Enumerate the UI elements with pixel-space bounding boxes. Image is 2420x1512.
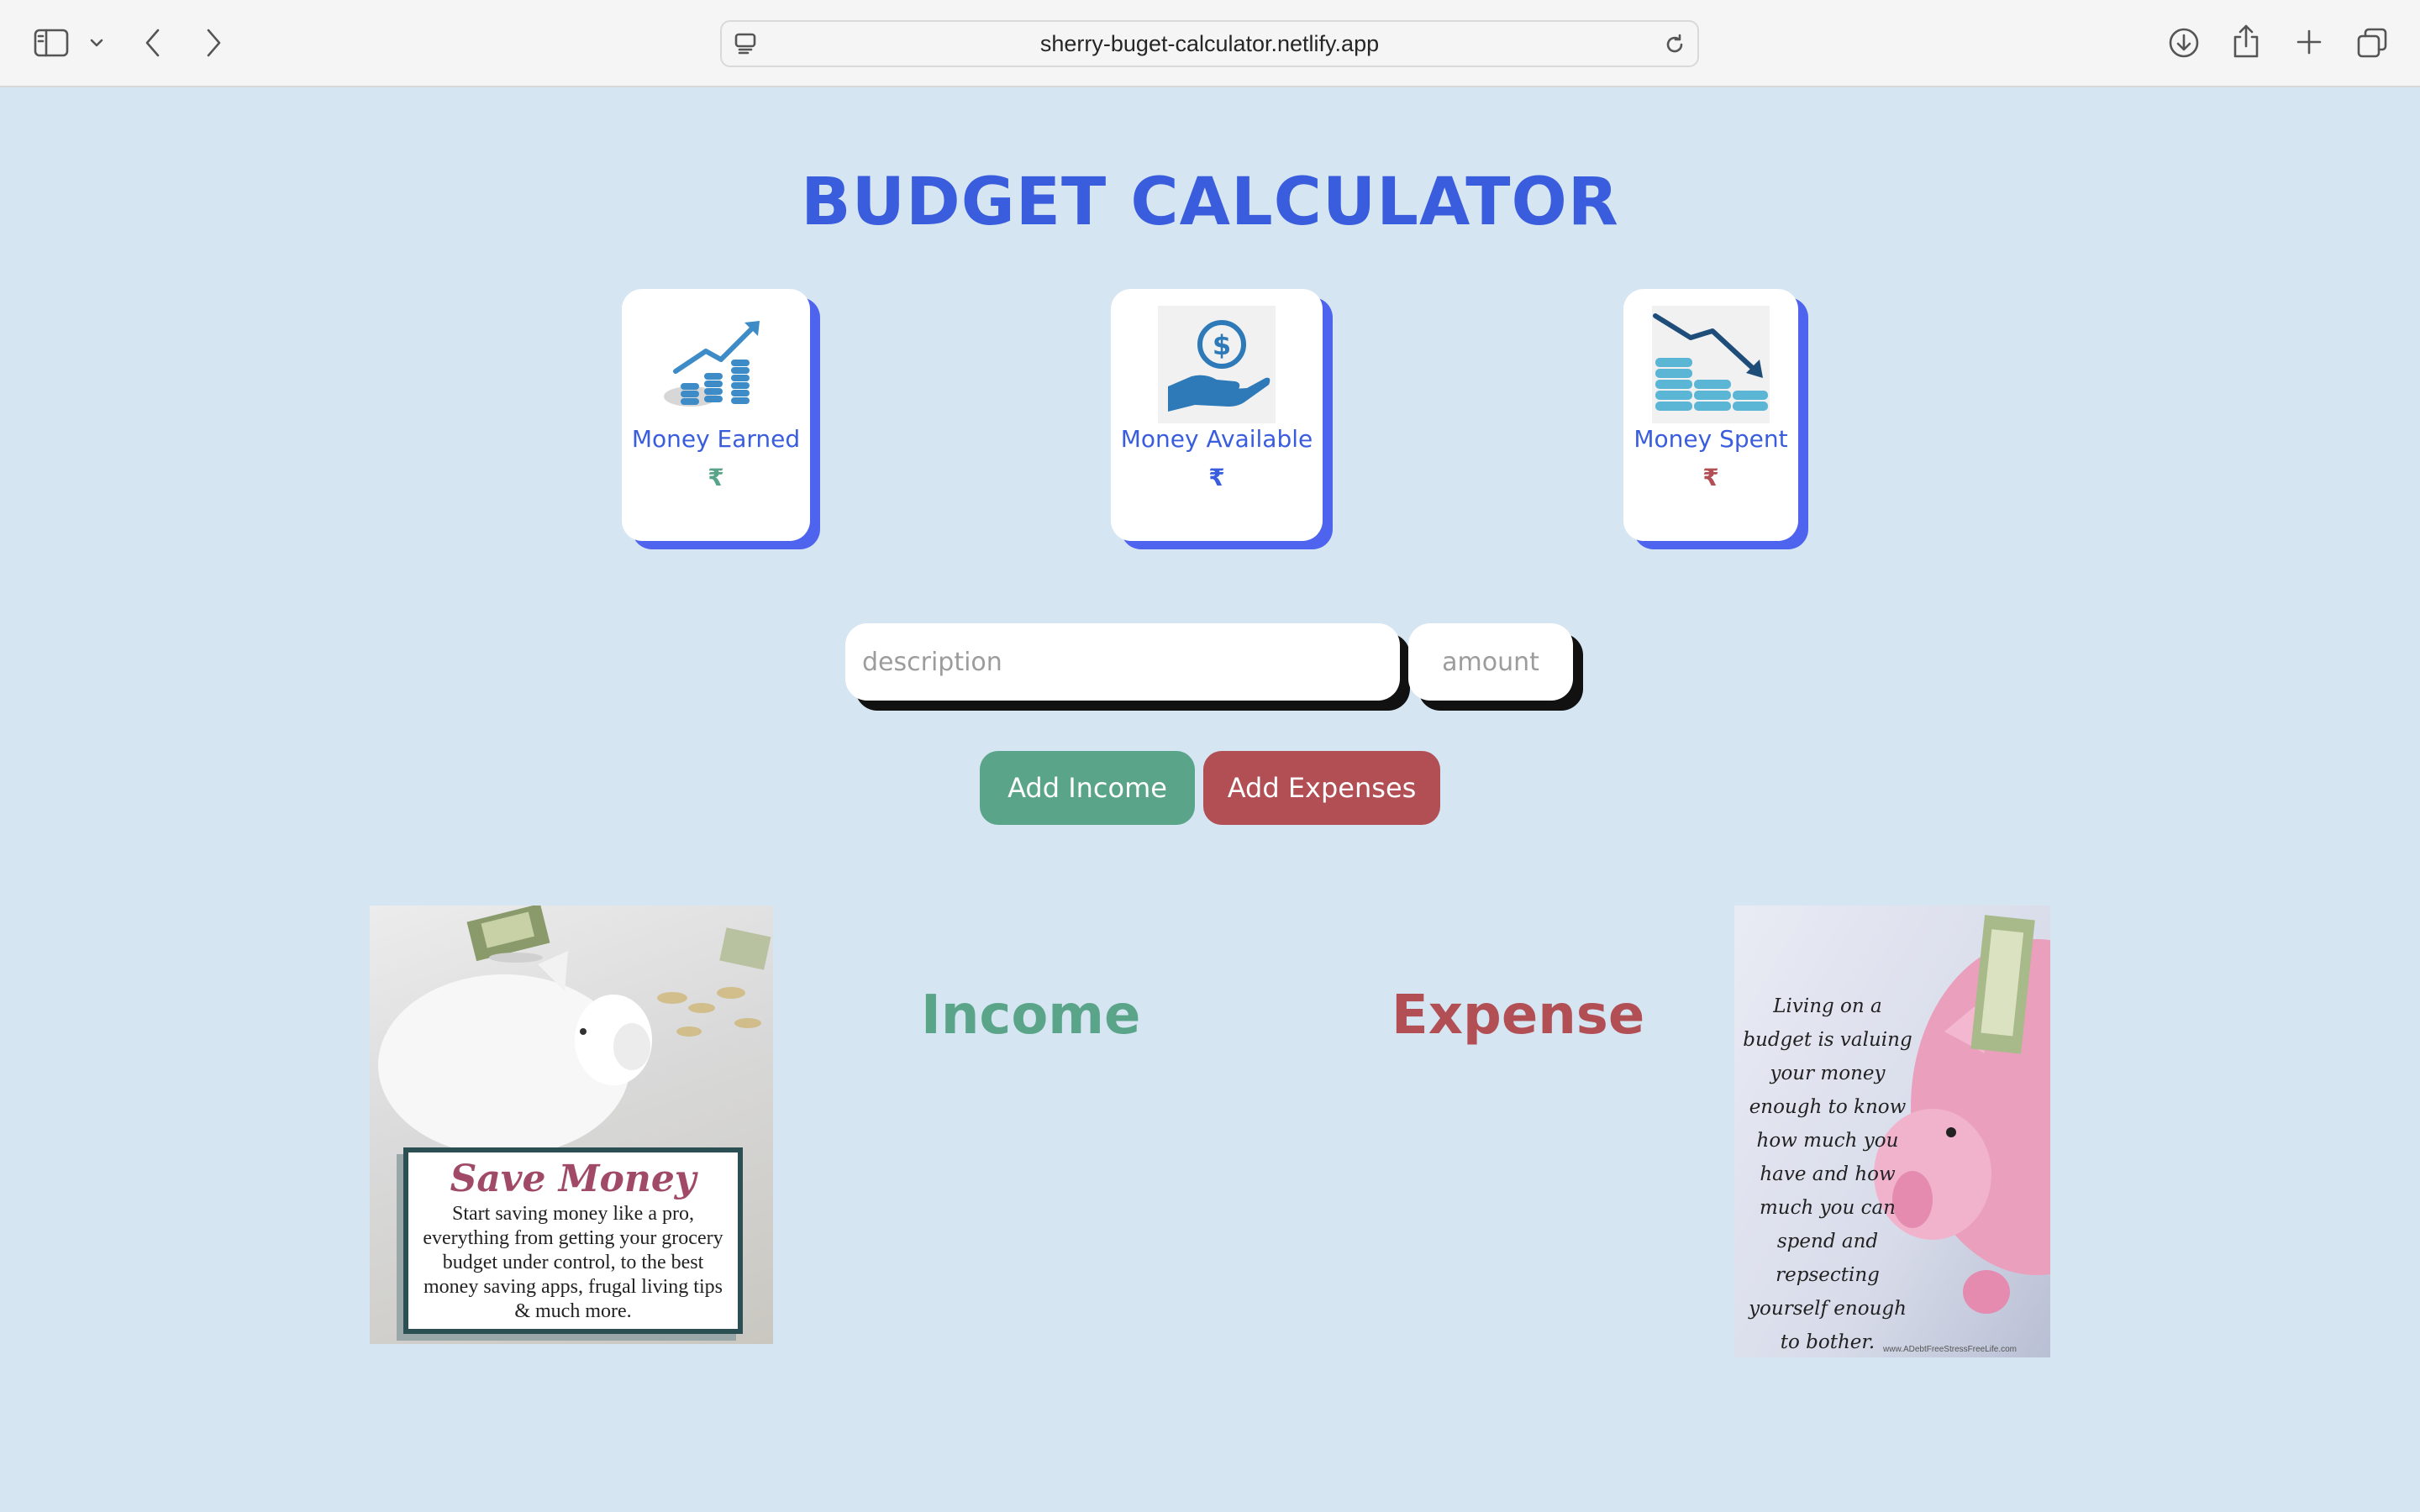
svg-text:$: $ (1213, 329, 1231, 361)
money-earned-label: Money Earned (631, 425, 801, 453)
address-bar[interactable]: sherry-buget-calculator.netlify.app (720, 20, 1699, 67)
money-earned-card: Money Earned ₹ (622, 289, 810, 541)
income-heading: Income (921, 984, 1141, 1047)
add-expenses-button[interactable]: Add Expenses (1203, 751, 1440, 825)
budget-quote-text: Living on a budget is valuing your money… (1743, 995, 1912, 1353)
download-icon[interactable] (2168, 27, 2200, 59)
money-earned-value: ₹ (708, 464, 724, 491)
tab-overview-icon[interactable] (2356, 27, 2388, 59)
amount-input[interactable] (1408, 623, 1573, 701)
hand-dollar-icon: $ (1158, 306, 1276, 423)
piggy-bank-white-illustration (378, 906, 771, 1156)
sidebar-icon[interactable] (34, 29, 69, 57)
url-text[interactable]: sherry-buget-calculator.netlify.app (722, 22, 1697, 66)
save-money-image: Save Money Start saving money like a pro… (370, 906, 773, 1344)
expense-heading: Expense (1392, 984, 1645, 1047)
share-icon[interactable] (2232, 24, 2260, 59)
budget-quote-image: Living on a budget is valuing your money… (1734, 906, 2050, 1357)
money-available-card: $ Money Available ₹ (1111, 289, 1323, 541)
save-money-caption: Save Money Start saving money like a pro… (403, 1147, 743, 1334)
back-icon[interactable] (143, 27, 163, 59)
page-title: BUDGET CALCULATOR (801, 165, 1619, 240)
image-credit: www.ADebtFreeStressFreeLife.com (1883, 1345, 2017, 1354)
forward-icon[interactable] (203, 27, 224, 59)
description-input[interactable] (845, 623, 1400, 701)
browser-toolbar: sherry-buget-calculator.netlify.app (0, 0, 2420, 87)
coins-growth-icon (657, 306, 775, 423)
add-income-button[interactable]: Add Income (980, 751, 1195, 825)
money-spent-card: Money Spent ₹ (1623, 289, 1798, 541)
save-money-heading: Save Money (450, 1158, 697, 1200)
save-money-text: Start saving money like a pro, everythin… (423, 1203, 723, 1322)
money-available-label: Money Available (1120, 425, 1313, 453)
chevron-down-icon[interactable] (89, 35, 104, 50)
money-available-value: ₹ (1208, 464, 1225, 491)
money-spent-value: ₹ (1702, 464, 1719, 491)
money-spent-label: Money Spent (1634, 425, 1788, 453)
reload-icon[interactable] (1664, 34, 1686, 55)
coins-decline-icon (1652, 306, 1770, 423)
new-tab-icon[interactable] (2296, 29, 2323, 55)
